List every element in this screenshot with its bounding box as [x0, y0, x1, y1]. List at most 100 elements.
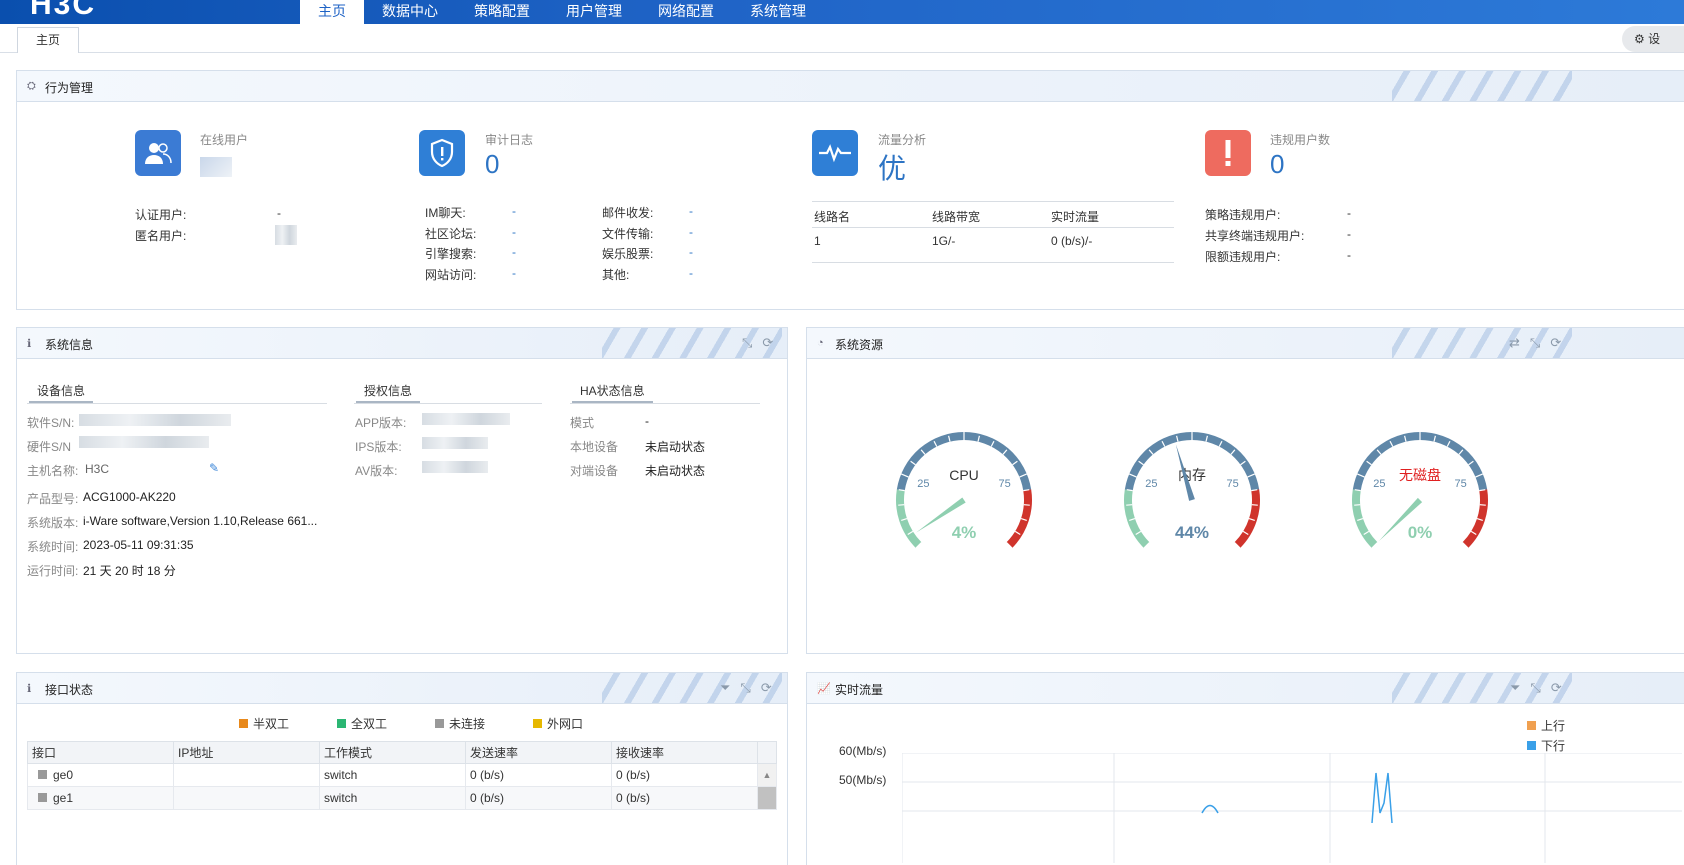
tab-home[interactable]: 主页 — [17, 27, 79, 53]
audit-search-value: - — [512, 245, 516, 259]
uptime-value: 21 天 20 时 18 分 — [83, 562, 176, 579]
realtime-traffic-title: 实时流量 — [835, 681, 883, 698]
traffic-legend-up: 上行 — [1527, 717, 1565, 734]
settings-label: 设 — [1648, 32, 1660, 46]
legend-disconnected: 未连接 — [435, 715, 485, 732]
traffic-analysis-label: 流量分析 — [878, 131, 926, 148]
traffic-analysis-icon — [812, 130, 858, 176]
gauge-name: CPU — [949, 467, 979, 483]
traffic-col-line: 线路名 — [814, 208, 850, 225]
ips-version-redacted — [422, 437, 488, 449]
legend-swatch — [435, 719, 444, 728]
traffic-table-header-line — [812, 227, 1174, 228]
port-name-cell: ge1 — [28, 787, 174, 810]
filter-icon[interactable]: ⏷ — [720, 680, 730, 696]
gauge-name: 无磁盘 — [1399, 467, 1441, 483]
legend-label: 全双工 — [351, 717, 387, 731]
scrollbar-thumb[interactable] — [758, 787, 777, 810]
col-ip: IP地址 — [174, 742, 320, 764]
filter-icon[interactable]: ⏷ — [1510, 680, 1520, 696]
col-rx: 接收速率 — [612, 742, 758, 764]
legend-label: 下行 — [1541, 739, 1565, 753]
realtime-traffic-plot — [902, 753, 1682, 863]
ha-mode-label: 模式 — [570, 414, 594, 431]
legend-half-duplex: 半双工 — [239, 715, 289, 732]
audit-im-value: - — [512, 204, 516, 218]
port-status-title: 接口状态 — [45, 681, 93, 698]
port-name-cell: ge0 — [28, 764, 174, 787]
uptime-label: 运行时间: — [27, 562, 78, 579]
port-rx-cell: 0 (b/s) — [612, 787, 758, 810]
audit-web-label: 网站访问: — [425, 266, 476, 283]
switch-icon[interactable]: ⇄ — [1509, 335, 1520, 351]
device-info-heading: 设备信息 — [29, 382, 93, 403]
refresh-icon[interactable]: ⟳ — [1551, 680, 1562, 696]
audit-mail-label: 邮件收发: — [602, 204, 653, 221]
gear-icon: ⚙ — [1634, 32, 1645, 46]
online-users-icon — [135, 130, 181, 176]
anon-users-value-redacted — [275, 225, 297, 245]
table-row[interactable]: ge0 switch 0 (b/s) 0 (b/s) ▲ — [28, 764, 777, 787]
refresh-icon[interactable]: ⟳ — [762, 335, 773, 351]
ha-local-label: 本地设备 — [570, 438, 618, 455]
collapse-icon[interactable]: ⤡ — [740, 680, 750, 696]
behavior-panel: ⛭ 行为管理 在线用户 认证用户: - 匿名用户: 审计日志 0 IM聊天: -… — [16, 70, 1684, 310]
ha-local-value: 未启动状态 — [645, 438, 705, 455]
ha-peer-value: 未启动状态 — [645, 462, 705, 479]
system-resources-header: ◔ 系统资源 ⇄ ⤡ ⟳ — [807, 328, 1684, 359]
traffic-analysis-value: 优 — [878, 147, 906, 187]
version-value: i-Ware software,Version 1.10,Release 661… — [83, 514, 317, 528]
audit-entertain-label: 娱乐股票: — [602, 245, 653, 262]
settings-button[interactable]: ⚙ 设 — [1622, 26, 1684, 52]
header-decoration — [1392, 71, 1572, 101]
system-time-label: 系统时间: — [27, 538, 78, 555]
collapse-icon[interactable]: ⤡ — [1530, 335, 1540, 351]
gauge-arc-segment — [1128, 490, 1147, 545]
port-status-swatch — [38, 770, 47, 779]
edit-hostname-icon[interactable]: ✎ — [209, 461, 219, 475]
hardware-sn-redacted — [79, 436, 209, 448]
nav-user-management[interactable]: 用户管理 — [548, 0, 640, 24]
gauge-arc-segment — [1009, 490, 1028, 545]
traffic-legend-down: 下行 — [1527, 737, 1565, 754]
device-info-line — [27, 403, 327, 404]
system-info-header: ℹ 系统信息 ⤡ ⟳ — [17, 328, 787, 359]
port-rx-cell: 0 (b/s) — [612, 764, 758, 787]
port-mode-cell: switch — [320, 787, 466, 810]
audit-im-label: IM聊天: — [425, 204, 466, 221]
audit-other-label: 其他: — [602, 266, 629, 283]
port-status-swatch — [38, 793, 47, 802]
table-row[interactable]: ge1 switch 0 (b/s) 0 (b/s) — [28, 787, 777, 810]
gauge-value: 44% — [1175, 523, 1209, 542]
quota-violation-label: 限额违规用户: — [1205, 248, 1280, 265]
realtime-traffic-header: 📈 实时流量 ⏷ ⤡ ⟳ — [807, 673, 1684, 704]
nav-data-center[interactable]: 数据中心 — [364, 0, 456, 24]
ha-peer-label: 对端设备 — [570, 462, 618, 479]
port-table: 接口 IP地址 工作模式 发送速率 接收速率 ge0 switch 0 (b/s… — [27, 741, 777, 810]
legend-label: 未连接 — [449, 717, 485, 731]
av-version-redacted — [422, 461, 488, 473]
nav-system-management[interactable]: 系统管理 — [732, 0, 824, 24]
gauge-tick-label: 75 — [1455, 478, 1467, 490]
audit-mail-value: - — [689, 204, 693, 218]
header-buttons: ⤡ ⟳ — [742, 335, 773, 351]
port-mode-cell: switch — [320, 764, 466, 787]
gauge-tick-label: 25 — [1373, 478, 1385, 490]
hostname-value: H3C — [85, 462, 109, 476]
nav-network-config[interactable]: 网络配置 — [640, 0, 732, 24]
port-name: ge1 — [53, 791, 73, 805]
software-sn-redacted — [79, 414, 231, 426]
nav-policy-config[interactable]: 策略配置 — [456, 0, 548, 24]
legend-swatch — [1527, 741, 1536, 750]
collapse-icon[interactable]: ⤡ — [742, 335, 752, 351]
refresh-icon[interactable]: ⟳ — [1550, 335, 1561, 351]
collapse-icon[interactable]: ⤡ — [1530, 680, 1540, 696]
scrollbar-up[interactable]: ▲ — [758, 764, 777, 787]
y-axis-label-50: 50(Mb/s) — [839, 773, 886, 787]
nav-home[interactable]: 主页 — [300, 0, 364, 24]
ha-mode-value: - — [645, 414, 649, 428]
license-info-heading: 授权信息 — [356, 382, 420, 403]
refresh-icon[interactable]: ⟳ — [761, 680, 772, 696]
main-nav: 主页 数据中心 策略配置 用户管理 网络配置 系统管理 — [300, 0, 824, 24]
legend-label: 外网口 — [547, 717, 583, 731]
